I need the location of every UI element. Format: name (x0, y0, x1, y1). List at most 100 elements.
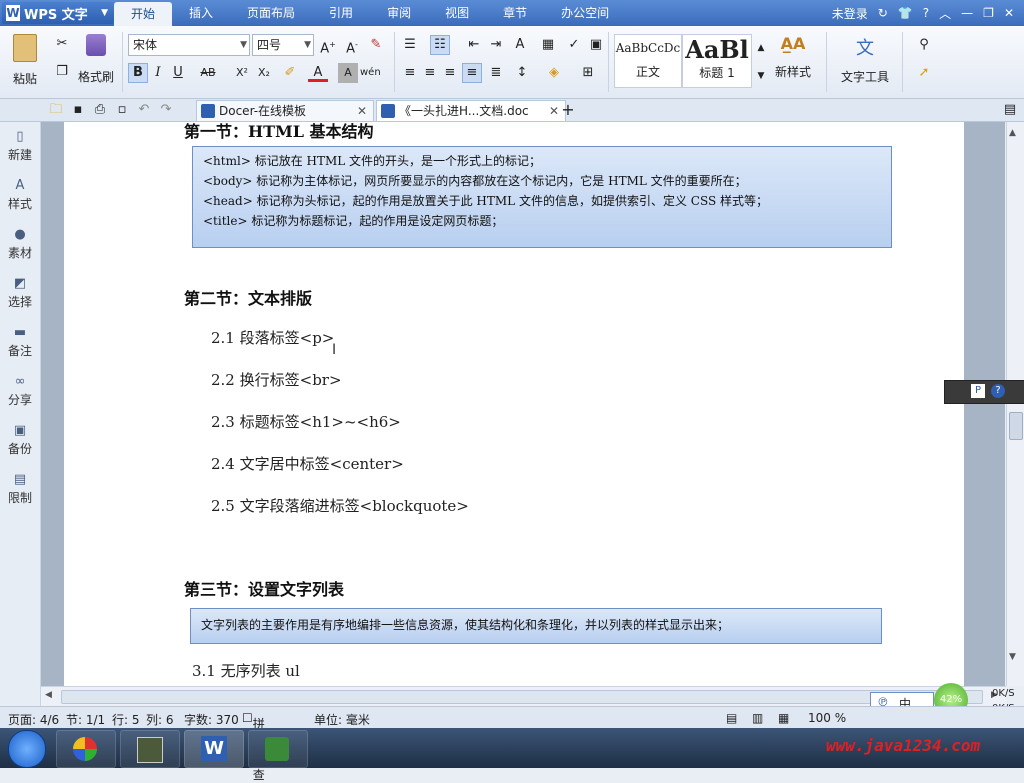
vertical-scrollbar[interactable]: ▲ ▼ (1006, 122, 1024, 686)
grow-font-icon[interactable]: A+ (318, 35, 338, 56)
strikethrough-button[interactable]: AB (198, 63, 218, 83)
document-page[interactable]: 第一节：HTML 基本结构 <html> 标记放在 HTML 文件的开头，是一个… (64, 122, 964, 686)
sidebar-item-styles[interactable]: A 样式 (0, 179, 40, 212)
align-center-icon[interactable]: ≡ (420, 63, 440, 83)
clear-format-icon[interactable]: ✎ (366, 35, 386, 55)
redo-icon[interactable]: ↷ (156, 100, 176, 120)
increase-indent-icon[interactable]: ⇥ (486, 35, 506, 55)
scroll-up-icon[interactable]: ▲ (1009, 128, 1016, 138)
italic-button[interactable]: I (148, 63, 168, 83)
print-icon[interactable]: ⎙ (90, 100, 110, 120)
distributed-align-icon[interactable]: ≣ (486, 63, 506, 83)
tab-current-document[interactable]: 《一头扎进H...文档.doc ✕ (376, 100, 566, 121)
minimize-icon[interactable]: — (961, 6, 973, 20)
sidebar-item-restrict[interactable]: ▤ 限制 (0, 473, 40, 506)
format-painter-button[interactable]: 格式刷 (76, 34, 116, 85)
start-button[interactable] (8, 730, 46, 768)
docer-icon (201, 104, 215, 118)
taskbar-app-media-icon[interactable] (56, 730, 116, 768)
horizontal-scrollbar[interactable]: ◀ ▶ (41, 686, 1006, 707)
ime-pinyin-icon[interactable]: P (971, 384, 985, 398)
sidebar-item-share[interactable]: ∞ 分享 (0, 375, 40, 408)
shading-icon[interactable]: ◈ (544, 63, 564, 83)
collapse-ribbon-icon[interactable]: ︿ (939, 5, 951, 22)
select-cursor-icon[interactable]: ➚ (914, 63, 934, 83)
menu-tab-chapter[interactable]: 章节 (486, 0, 544, 26)
ime-help-icon[interactable]: ? (991, 384, 1005, 398)
close-icon[interactable]: ✕ (1004, 6, 1014, 20)
open-folder-icon[interactable]: 🗀 (46, 100, 66, 120)
show-marks-icon[interactable]: ✓ (564, 35, 584, 55)
ime-floating-toolbar[interactable]: P ? (944, 380, 1024, 404)
text-tools-button[interactable]: 文 文字工具 (834, 34, 896, 85)
phonetic-guide-icon[interactable]: wén (360, 63, 381, 83)
tab-menu-icon[interactable]: ▤ (1000, 100, 1020, 120)
sidebar-item-new[interactable]: ▯ 新建 (0, 130, 40, 163)
view-page-icon[interactable]: ▤ (726, 711, 737, 725)
underline-button[interactable]: U (168, 63, 188, 83)
view-web-icon[interactable]: ▦ (778, 711, 789, 725)
menu-tab-home[interactable]: 开始 (114, 2, 173, 26)
char-shading-button[interactable]: A (338, 63, 358, 83)
paste-button[interactable]: 粘贴 (8, 34, 42, 87)
style-normal[interactable]: AaBbCcDc 正文 (614, 34, 682, 88)
highlight-icon[interactable]: ✐ (280, 63, 300, 83)
cut-icon[interactable]: ✂ (52, 34, 72, 54)
sidebar-item-backup[interactable]: ▣ 备份 (0, 424, 40, 457)
line-spacing-icon[interactable]: ↕ (512, 63, 532, 83)
superscript-button[interactable]: X² (232, 63, 252, 83)
new-tab-icon[interactable]: + (558, 100, 578, 120)
sidebar-item-materials[interactable]: ● 素材 (0, 228, 40, 261)
taskbar-app-wps-writer-icon[interactable]: W (184, 730, 244, 768)
bullet-list-icon[interactable]: ☰ (400, 35, 420, 55)
menu-tab-view[interactable]: 视图 (428, 0, 486, 26)
find-icon[interactable]: ⚲ (914, 35, 934, 55)
sync-icon[interactable]: ↻ (878, 6, 888, 20)
text-direction-icon[interactable]: A (510, 35, 530, 55)
menu-tab-review[interactable]: 审阅 (370, 0, 428, 26)
close-icon[interactable]: ✕ (357, 101, 367, 121)
view-outline-icon[interactable]: ▥ (752, 711, 763, 725)
style-heading-1[interactable]: AaBl 标题 1 (682, 34, 752, 88)
spellcheck-checkbox[interactable]: ☐ 拼写检查 (242, 711, 265, 782)
document-area[interactable]: 第一节：HTML 基本结构 <html> 标记放在 HTML 文件的开头，是一个… (41, 122, 1005, 686)
font-size-select[interactable]: 四号 ▼ (252, 34, 314, 56)
decrease-indent-icon[interactable]: ⇤ (464, 35, 484, 55)
zoom-level[interactable]: 100 % (808, 711, 846, 725)
tab-docer-templates[interactable]: Docer-在线模板 ✕ (196, 100, 374, 121)
scroll-left-icon[interactable]: ◀ (45, 690, 52, 700)
menu-tab-references[interactable]: 引用 (312, 0, 370, 26)
table-icon[interactable]: ▦ (538, 35, 558, 55)
scroll-thumb[interactable] (1009, 412, 1023, 440)
save-icon[interactable]: ▪ (68, 100, 88, 120)
sidebar-item-notes[interactable]: ▬ 备注 (0, 326, 40, 359)
taskbar-app-camtasia-icon[interactable] (248, 730, 308, 768)
sidebar-item-select[interactable]: ◩ 选择 (0, 277, 40, 310)
align-right-icon[interactable]: ≡ (440, 63, 460, 83)
shrink-font-icon[interactable]: A- (342, 35, 362, 56)
menu-tab-office-space[interactable]: 办公空间 (544, 0, 626, 26)
help-icon[interactable]: ? (923, 6, 929, 20)
undo-icon[interactable]: ↶ (134, 100, 154, 120)
restore-icon[interactable]: ❐ (983, 6, 994, 20)
justify-icon[interactable]: ≡ (462, 63, 482, 83)
subscript-button[interactable]: X₂ (254, 63, 274, 83)
scroll-down-icon[interactable]: ▼ (1009, 652, 1016, 662)
new-style-button[interactable]: A̲A 新样式 (768, 34, 818, 80)
bold-button[interactable]: B (128, 63, 148, 83)
hscroll-thumb[interactable] (61, 690, 983, 704)
copy-icon[interactable]: ❐ (52, 62, 72, 82)
taskbar-app-recorder-icon[interactable] (120, 730, 180, 768)
print-preview-icon[interactable]: ▫ (112, 100, 132, 120)
border-icon[interactable]: ⊞ (578, 63, 598, 83)
app-menu-button[interactable]: W WPS 文字 ▼ (2, 2, 114, 24)
login-link[interactable]: 未登录 (832, 5, 868, 22)
font-name-select[interactable]: 宋体 ▼ (128, 34, 250, 56)
menu-tab-insert[interactable]: 插入 (172, 0, 230, 26)
align-left-icon[interactable]: ≡ (400, 63, 420, 83)
borders-icon[interactable]: ▣ (586, 35, 606, 55)
menu-tab-page-layout[interactable]: 页面布局 (230, 0, 312, 26)
font-color-button[interactable]: A (308, 63, 328, 82)
skin-icon[interactable]: 👕 (898, 6, 913, 20)
numbered-list-icon[interactable]: ☷ (430, 35, 450, 55)
